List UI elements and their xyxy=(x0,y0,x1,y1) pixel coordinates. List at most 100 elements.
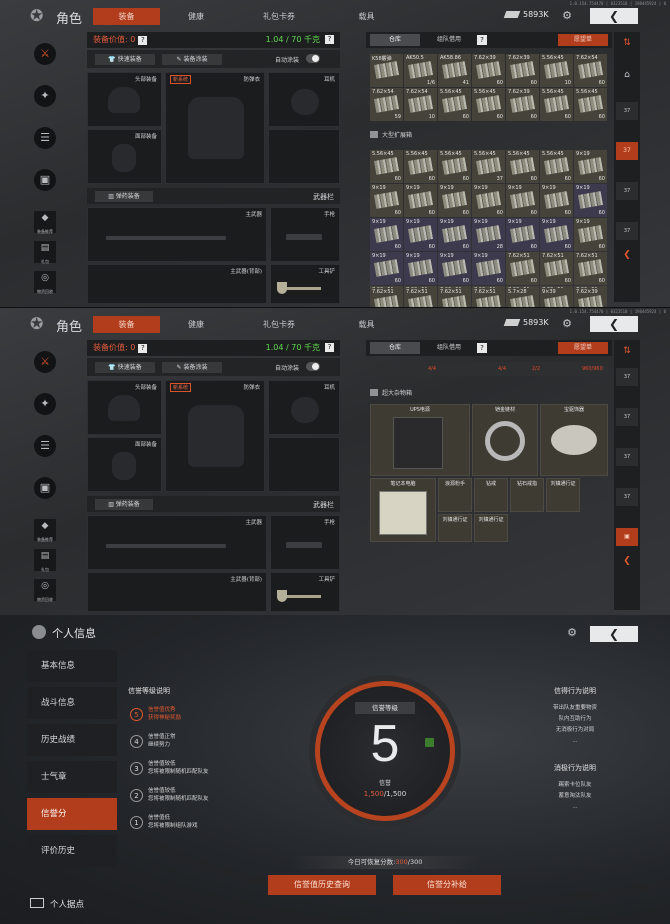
quick-paint-button[interactable]: ✎ 装备涂装 xyxy=(162,362,222,373)
inventory-cell[interactable]: 9×19 60 xyxy=(472,184,505,217)
inventory-cell[interactable]: 7.62×51 xyxy=(472,288,505,307)
personal-base-button[interactable]: 个人据点 xyxy=(30,898,84,910)
menu-history[interactable]: 历史战绩 xyxy=(27,724,117,756)
tasks-icon[interactable]: ☰ xyxy=(34,127,56,149)
help-icon[interactable]: ? xyxy=(325,343,334,352)
inventory-cell[interactable]: 7.62×39 60 xyxy=(506,54,539,87)
menu-basic-info[interactable]: 基本信息 xyxy=(27,650,117,682)
main-weapon-slot[interactable]: 主武器 xyxy=(87,515,267,570)
tool-slot[interactable]: 工具铲 xyxy=(270,264,340,304)
storage-tab[interactable]: 37 xyxy=(616,222,638,240)
skills-icon[interactable]: ✦ xyxy=(34,393,56,415)
tab-health[interactable]: 健康 xyxy=(164,316,228,333)
ear-slot[interactable]: 耳机 xyxy=(268,72,340,127)
inventory-cell[interactable]: 7.62×54 59 xyxy=(370,88,403,121)
inventory-cell[interactable]: 7.62×51 xyxy=(370,288,403,307)
storage-tab[interactable]: 37 xyxy=(616,368,638,386)
inventory-cell[interactable]: 9×19 60 xyxy=(438,218,471,251)
inventory-cell[interactable]: 5.56×45 60 xyxy=(472,88,505,121)
pistol-slot[interactable]: 手枪 xyxy=(270,207,340,262)
face-slot[interactable]: 面部装备 xyxy=(87,129,162,184)
sort-icon[interactable]: ⇅ xyxy=(616,34,638,52)
menu-review-history[interactable]: 评价历史 xyxy=(27,835,117,867)
tab-team-borrow[interactable]: 组队借用 xyxy=(424,34,474,46)
tab-gift[interactable]: 礼包卡券 xyxy=(232,8,326,25)
armor-slot[interactable]: 新系统 防弹衣 xyxy=(165,72,265,184)
item-ring[interactable]: 钻戒 xyxy=(474,478,508,512)
inventory-cell[interactable]: 9×19 60 xyxy=(540,218,573,251)
storage-tab[interactable]: 37 xyxy=(616,102,638,120)
help-icon[interactable]: ? xyxy=(477,343,487,353)
storage-tab-active[interactable]: 37 xyxy=(616,142,638,160)
wishlist-button[interactable]: 愿望单 xyxy=(558,342,608,354)
inventory-cell[interactable]: 5.56×45 60 xyxy=(404,150,437,183)
inventory-cell[interactable]: 7.62×39 xyxy=(574,288,607,307)
vehicle-icon[interactable]: ▣ xyxy=(34,169,56,191)
tab-warehouse[interactable]: 仓库 xyxy=(370,342,420,354)
inventory-cell[interactable]: AK50.5 1/6 xyxy=(404,54,437,87)
tab-equipment[interactable]: 装备 xyxy=(93,316,160,333)
inventory-cell[interactable]: 9×19 60 xyxy=(438,252,471,285)
tab-warehouse[interactable]: 仓库 xyxy=(370,34,420,46)
inventory-cell[interactable]: 9×19 60 xyxy=(506,184,539,217)
inventory-cell[interactable]: AK58.86 41 xyxy=(438,54,471,87)
recommend-button[interactable]: ◆ 装备推荐 xyxy=(34,211,56,234)
inventory-cell[interactable]: 9×19 60 xyxy=(370,218,403,251)
tab-vehicle[interactable]: 载具 xyxy=(330,316,403,333)
tool-slot[interactable]: 工具铲 xyxy=(270,572,340,612)
user-settings-icon[interactable]: ⚙ xyxy=(560,317,574,331)
inventory-cell[interactable]: 9×19 60 xyxy=(540,184,573,217)
inventory-cell[interactable]: 5.56×45 60 xyxy=(438,150,471,183)
inventory-cell[interactable]: 7.62×51 xyxy=(438,288,471,307)
inventory-cell[interactable]: 5.7×28 xyxy=(506,288,539,307)
inventory-cell[interactable]: 5.56×45 60 xyxy=(574,88,607,121)
quick-paint-button[interactable]: ✎ 装备涂装 xyxy=(162,54,222,65)
item-diamond-ring[interactable]: 钻石戒指 xyxy=(510,478,544,512)
storage-tab[interactable]: 37 xyxy=(616,182,638,200)
tab-gift[interactable]: 礼包卡券 xyxy=(232,316,326,333)
collapse-icon[interactable]: ❮ xyxy=(616,552,638,570)
item-chain[interactable]: 铠金链材 xyxy=(472,404,538,476)
inventory-cell[interactable]: 5.56×45 37 xyxy=(472,150,505,183)
empty-slot[interactable] xyxy=(268,129,340,184)
ammo-equip-button[interactable]: ▥ 弹药装备 xyxy=(95,499,153,510)
credit-supplement-button[interactable]: 信誉分补给 xyxy=(393,875,501,895)
inventory-cell[interactable]: 7.62×5160 xyxy=(540,252,573,285)
character-icon[interactable]: ⚔ xyxy=(34,351,56,373)
item-hand[interactable]: 浪源粉手 xyxy=(438,478,472,512)
user-settings-icon[interactable]: ⚙ xyxy=(560,9,574,23)
help-icon[interactable]: ? xyxy=(138,344,148,353)
ammo-equip-button[interactable]: ▥ 弹药装备 xyxy=(95,191,153,202)
item-pass[interactable]: 刘镇通行证 xyxy=(438,514,472,542)
head-slot[interactable]: 头部装备 xyxy=(87,72,162,127)
back-weapon-slot[interactable]: 主武器(背部) xyxy=(87,264,267,304)
gift-button[interactable]: ▤ 礼包 xyxy=(34,241,56,264)
inventory-cell[interactable]: 9×19 60 xyxy=(370,184,403,217)
menu-combat-info[interactable]: 战斗信息 xyxy=(27,687,117,719)
back-button[interactable]: ❮ xyxy=(590,626,638,642)
ear-slot[interactable]: 耳机 xyxy=(268,380,340,435)
auto-paint-toggle[interactable] xyxy=(306,54,320,63)
inventory-cell[interactable]: 9×19 28 xyxy=(472,218,505,251)
help-icon[interactable]: ? xyxy=(138,36,148,45)
sort-icon[interactable]: ⇅ xyxy=(616,342,638,360)
tab-vehicle[interactable]: 载具 xyxy=(330,8,403,25)
character-icon[interactable]: ⚔ xyxy=(34,43,56,65)
inventory-cell[interactable]: 9×19 60 xyxy=(404,218,437,251)
inventory-cell[interactable]: 9×39 xyxy=(540,288,573,307)
gift-button[interactable]: ▤ 礼包 xyxy=(34,549,56,572)
inventory-cell[interactable]: 9×19 60 xyxy=(574,184,607,217)
inventory-cell[interactable]: K58霰弹 xyxy=(370,54,403,87)
help-icon[interactable]: ? xyxy=(477,35,487,45)
inventory-cell[interactable]: 7.62×54 60 xyxy=(574,54,607,87)
inventory-cell[interactable]: 5.56×45 60 xyxy=(370,150,403,183)
recycle-button[interactable]: ◎ 物资回收 xyxy=(34,271,56,294)
item-pass[interactable]: 刘镇通行证 xyxy=(474,514,508,542)
inventory-cell[interactable]: 7.62×5160 xyxy=(574,252,607,285)
user-settings-icon[interactable]: ⚙ xyxy=(565,626,579,640)
credit-history-button[interactable]: 信誉值历史查询 xyxy=(268,875,376,895)
inventory-cell[interactable]: 9×19 60 xyxy=(574,218,607,251)
inventory-cell[interactable]: 9×19 60 xyxy=(574,150,607,183)
quick-equip-button[interactable]: 👕 快速装备 xyxy=(95,362,155,373)
inventory-cell[interactable]: 5.56×45 10 xyxy=(540,54,573,87)
